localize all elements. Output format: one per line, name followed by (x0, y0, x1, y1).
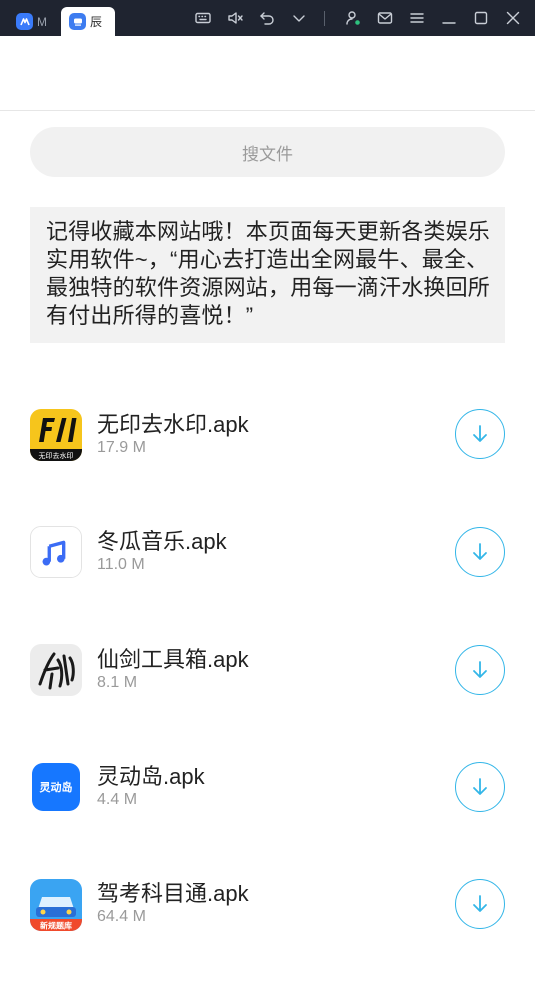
notice-box: 记得收藏本网站哦！本页面每天更新各类娱乐实用软件~，“用心去打造出全网最牛、最全… (30, 207, 505, 343)
sword-calligraphy-app-icon (30, 644, 82, 696)
emulator-tab-1[interactable]: M (8, 7, 58, 36)
svg-text:新规题库: 新规题库 (40, 921, 72, 931)
undo-icon[interactable] (257, 8, 277, 28)
file-name: 无印去水印.apk (97, 412, 249, 437)
download-button[interactable] (455, 762, 505, 812)
file-name: 驾考科目通.apk (97, 881, 249, 906)
download-button[interactable] (455, 645, 505, 695)
app-logo-icon (16, 13, 33, 30)
download-arrow-icon (473, 425, 487, 442)
maximize-icon[interactable] (471, 8, 491, 28)
notice-text: 记得收藏本网站哦！本页面每天更新各类娱乐实用软件~，“用心去打造出全网最牛、最全… (46, 219, 491, 328)
download-button[interactable] (455, 527, 505, 577)
tab-label: 辰 (90, 15, 103, 29)
file-name: 仙剑工具箱.apk (97, 647, 249, 672)
file-size: 17.9 M (97, 439, 146, 456)
driving-test-app-icon: 新规题库 (30, 879, 82, 931)
file-name: 灵动岛.apk (97, 764, 205, 789)
file-size: 8.1 M (97, 674, 138, 691)
account-icon[interactable] (343, 8, 363, 28)
music-app-icon (30, 526, 82, 578)
file-name: 冬瓜音乐.apk (97, 529, 227, 554)
file-size: 11.0 M (97, 556, 145, 573)
file-item[interactable]: 新规题库 驾考科目通.apk 64.4 M (0, 844, 535, 962)
file-item[interactable]: 仙剑工具箱.apk 8.1 M (0, 610, 535, 728)
download-arrow-icon (473, 778, 487, 795)
emulator-tab-2[interactable]: 辰 (61, 7, 115, 36)
download-button[interactable] (455, 879, 505, 929)
file-size: 4.4 M (97, 791, 138, 808)
close-icon[interactable] (503, 8, 523, 28)
file-item[interactable]: 灵动岛 灵动岛.apk 4.4 M (0, 727, 535, 845)
tab-label: M (37, 14, 47, 29)
menu-icon[interactable] (407, 8, 427, 28)
download-button[interactable] (455, 409, 505, 459)
download-arrow-icon (473, 661, 487, 678)
page-header (0, 36, 535, 111)
watermark-remover-app-icon: 无印去水印 (30, 409, 82, 461)
download-arrow-icon (473, 543, 487, 560)
app-logo-icon (69, 13, 86, 30)
mail-icon[interactable] (375, 8, 395, 28)
download-arrow-icon (473, 895, 487, 912)
divider (324, 11, 325, 26)
volume-mute-icon[interactable] (225, 8, 245, 28)
file-size: 64.4 M (97, 908, 146, 925)
minimize-icon[interactable] (439, 8, 459, 28)
file-item[interactable]: 冬瓜音乐.apk 11.0 M (0, 492, 535, 610)
chevron-down-icon[interactable] (289, 8, 309, 28)
svg-text:无印去水印: 无印去水印 (39, 451, 74, 460)
search-input[interactable]: 搜文件 (30, 127, 505, 177)
svg-text:灵动岛: 灵动岛 (40, 780, 73, 794)
dynamic-island-app-icon: 灵动岛 (32, 763, 80, 811)
emulator-title-bar: M 辰 (0, 0, 535, 36)
search-placeholder: 搜文件 (242, 144, 293, 164)
keyboard-icon[interactable] (193, 8, 213, 28)
file-item[interactable]: 无印去水印 无印去水印.apk 17.9 M (0, 375, 535, 493)
